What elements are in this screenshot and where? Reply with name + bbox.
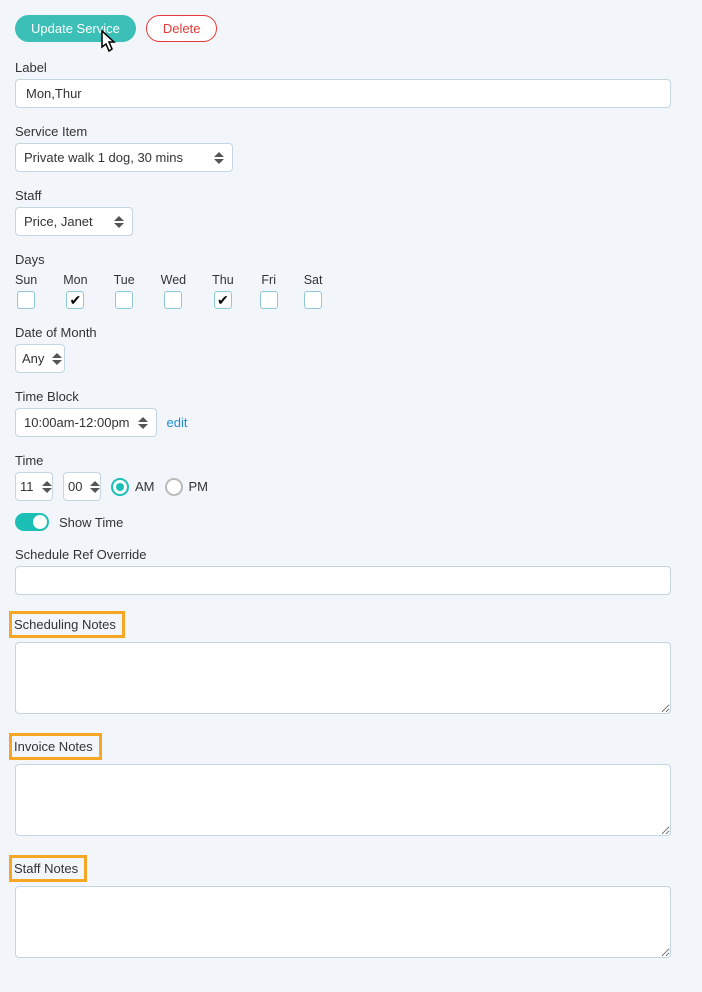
day-label: Mon bbox=[63, 273, 87, 287]
show-time-label: Show Time bbox=[59, 515, 123, 530]
service-item-title: Service Item bbox=[15, 124, 87, 139]
day-checkbox[interactable] bbox=[17, 291, 35, 309]
time-hour-value: 11 bbox=[20, 479, 34, 494]
staff-title: Staff bbox=[15, 188, 42, 203]
scheduling-notes-title: Scheduling Notes bbox=[9, 611, 125, 638]
pm-radio[interactable]: PM bbox=[165, 478, 209, 496]
day-label: Tue bbox=[114, 273, 135, 287]
sort-icon bbox=[52, 353, 58, 365]
time-minute-value: 00 bbox=[68, 479, 82, 494]
date-of-month-field: Date of Month Any bbox=[15, 325, 687, 373]
delete-button[interactable]: Delete bbox=[146, 15, 218, 42]
day-label: Thu bbox=[212, 273, 234, 287]
time-minute-select[interactable]: 00 bbox=[63, 472, 101, 501]
pm-label: PM bbox=[189, 479, 209, 494]
time-block-field: Time Block 10:00am-12:00pm edit bbox=[15, 389, 687, 437]
day-checkbox[interactable] bbox=[115, 291, 133, 309]
staff-notes-field: Staff Notes bbox=[15, 855, 687, 961]
day-checkbox[interactable] bbox=[66, 291, 84, 309]
day-column: Thu bbox=[212, 273, 234, 309]
staff-select[interactable]: Price, Janet bbox=[15, 207, 133, 236]
sort-icon bbox=[214, 152, 224, 164]
schedule-ref-input[interactable] bbox=[15, 566, 671, 595]
sort-icon bbox=[138, 417, 148, 429]
day-checkbox[interactable] bbox=[214, 291, 232, 309]
day-checkbox[interactable] bbox=[164, 291, 182, 309]
days-field: Days Sun Mon Tue Wed Thu Fri Sat bbox=[15, 252, 687, 309]
show-time-row: Show Time bbox=[15, 513, 687, 531]
show-time-toggle[interactable] bbox=[15, 513, 49, 531]
day-column: Tue bbox=[114, 273, 135, 309]
day-checkbox[interactable] bbox=[304, 291, 322, 309]
service-item-field: Service Item Private walk 1 dog, 30 mins bbox=[15, 124, 687, 172]
time-hour-select[interactable]: 11 bbox=[15, 472, 53, 501]
day-label: Wed bbox=[161, 273, 186, 287]
am-radio[interactable]: AM bbox=[111, 478, 155, 496]
label-title: Label bbox=[15, 60, 47, 75]
time-title: Time bbox=[15, 453, 43, 468]
staff-notes-title: Staff Notes bbox=[9, 855, 87, 882]
time-block-title: Time Block bbox=[15, 389, 79, 404]
schedule-ref-field: Schedule Ref Override bbox=[15, 547, 687, 595]
update-service-button[interactable]: Update Service bbox=[15, 15, 136, 42]
sort-icon bbox=[90, 481, 96, 493]
invoice-notes-field: Invoice Notes bbox=[15, 733, 687, 839]
schedule-ref-title: Schedule Ref Override bbox=[15, 547, 147, 562]
day-checkbox[interactable] bbox=[260, 291, 278, 309]
date-of-month-value: Any bbox=[22, 351, 44, 366]
label-field: Label bbox=[15, 60, 687, 108]
scheduling-notes-field: Scheduling Notes bbox=[15, 611, 687, 717]
staff-notes-textarea[interactable] bbox=[15, 886, 671, 958]
service-item-select[interactable]: Private walk 1 dog, 30 mins bbox=[15, 143, 233, 172]
days-title: Days bbox=[15, 252, 45, 267]
date-of-month-title: Date of Month bbox=[15, 325, 97, 340]
day-label: Fri bbox=[261, 273, 276, 287]
time-block-edit-link[interactable]: edit bbox=[167, 415, 188, 430]
day-column: Wed bbox=[161, 273, 186, 309]
label-input[interactable] bbox=[15, 79, 671, 108]
service-item-value: Private walk 1 dog, 30 mins bbox=[24, 150, 183, 165]
time-block-select[interactable]: 10:00am-12:00pm bbox=[15, 408, 157, 437]
action-button-row: Update Service Delete bbox=[15, 15, 687, 42]
sort-icon bbox=[114, 216, 124, 228]
date-of-month-select[interactable]: Any bbox=[15, 344, 65, 373]
day-label: Sat bbox=[304, 273, 323, 287]
day-column: Sun bbox=[15, 273, 37, 309]
staff-field: Staff Price, Janet bbox=[15, 188, 687, 236]
am-label: AM bbox=[135, 479, 155, 494]
day-column: Sat bbox=[304, 273, 323, 309]
time-field: Time 11 00 AM PM bbox=[15, 453, 687, 501]
sort-icon bbox=[42, 481, 49, 493]
day-column: Mon bbox=[63, 273, 87, 309]
invoice-notes-title: Invoice Notes bbox=[9, 733, 102, 760]
day-column: Fri bbox=[260, 273, 278, 309]
radio-icon bbox=[165, 478, 183, 496]
time-block-value: 10:00am-12:00pm bbox=[24, 415, 130, 430]
scheduling-notes-textarea[interactable] bbox=[15, 642, 671, 714]
staff-value: Price, Janet bbox=[24, 214, 93, 229]
radio-icon bbox=[111, 478, 129, 496]
invoice-notes-textarea[interactable] bbox=[15, 764, 671, 836]
day-label: Sun bbox=[15, 273, 37, 287]
